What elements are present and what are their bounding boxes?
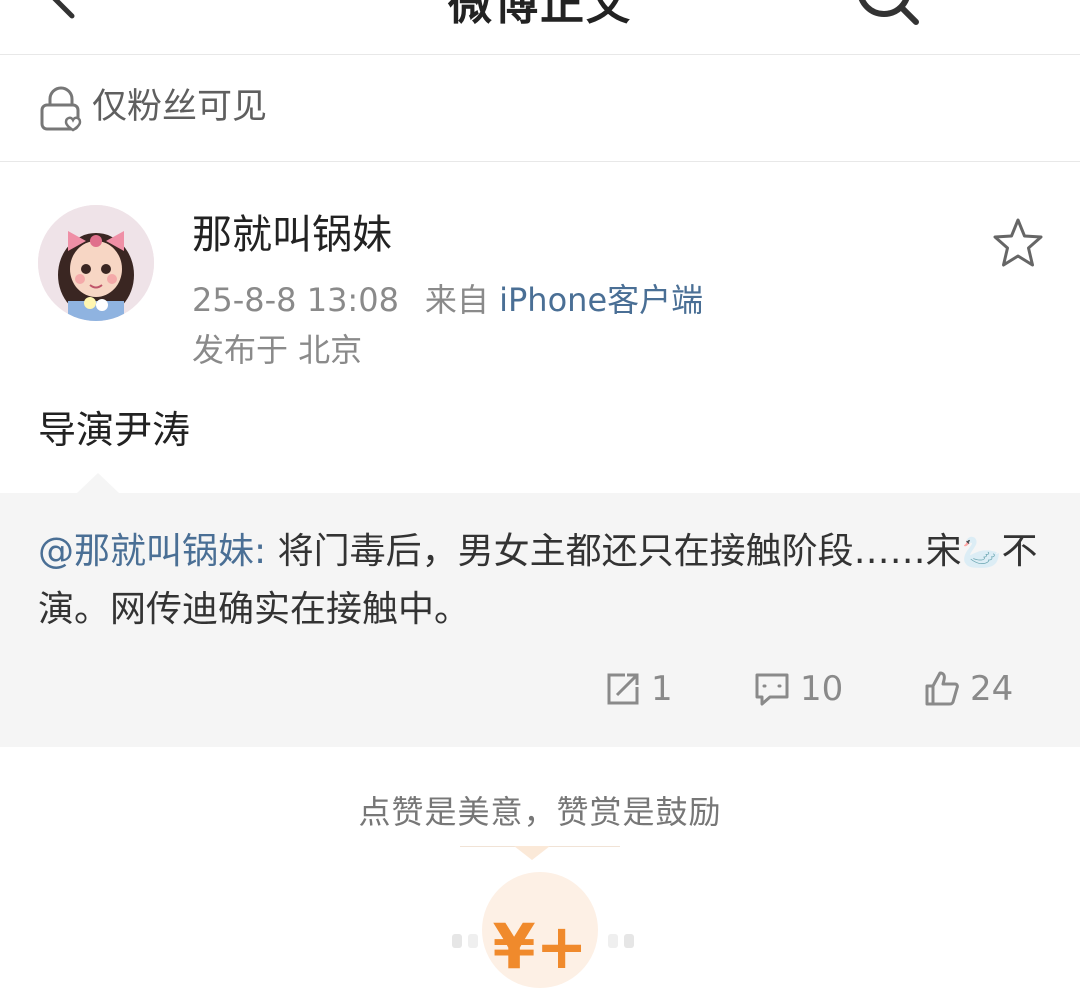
swan-emoji-icon: 🦢: [961, 533, 1002, 571]
star-favorite-icon[interactable]: [990, 216, 1046, 272]
repost-count: 1: [651, 669, 673, 709]
like-action-button[interactable]: 24: [922, 667, 1013, 711]
yuan-icon: ¥+: [492, 910, 588, 983]
reward-pointer: [514, 846, 550, 860]
like-count: 24: [970, 669, 1014, 709]
author-name[interactable]: 那就叫锅妹: [192, 210, 392, 260]
source-prefix: 来自: [424, 281, 489, 319]
avatar[interactable]: [38, 205, 154, 321]
repost-icon: [607, 673, 639, 705]
mention-link[interactable]: @那就叫锅妹: [38, 531, 254, 572]
post-meta: 25-8-8 13:08 来自 iPhone客户端: [192, 278, 703, 322]
post-date: 25-8-8 13:08: [192, 281, 399, 319]
repost-pointer: [76, 473, 120, 494]
comment-count: 10: [800, 669, 844, 709]
visibility-notice: 仅粉丝可见: [0, 55, 1080, 162]
post-body: 导演尹涛: [38, 408, 191, 452]
search-icon[interactable]: [846, 0, 926, 30]
repost-text: @那就叫锅妹: 将门毒后，男女主都还只在接触阶段……宋🦢不演。网传迪确实在接触中…: [38, 523, 1038, 639]
top-nav-bar: 微博正文: [0, 0, 1080, 55]
source-link[interactable]: iPhone客户端: [499, 281, 703, 319]
repost-text-part1: 将门毒后，男女主都还只在接触阶段……宋: [266, 531, 962, 572]
mention-separator: :: [254, 531, 267, 572]
fans-only-lock-icon: [40, 86, 82, 132]
reposted-content[interactable]: @那就叫锅妹: 将门毒后，男女主都还只在接触阶段……宋🦢不演。网传迪确实在接触中…: [0, 493, 1080, 747]
comment-icon: [755, 673, 789, 706]
avatar-illustration: [38, 205, 154, 321]
thumbs-up-icon: [925, 671, 959, 706]
repost-action-button[interactable]: 1: [603, 667, 673, 711]
visibility-label: 仅粉丝可见: [92, 87, 268, 127]
reward-slogan: 点赞是美意，赞赏是鼓励: [358, 793, 722, 831]
post-location: 发布于 北京: [192, 331, 363, 369]
comment-action-button[interactable]: 10: [752, 667, 843, 711]
